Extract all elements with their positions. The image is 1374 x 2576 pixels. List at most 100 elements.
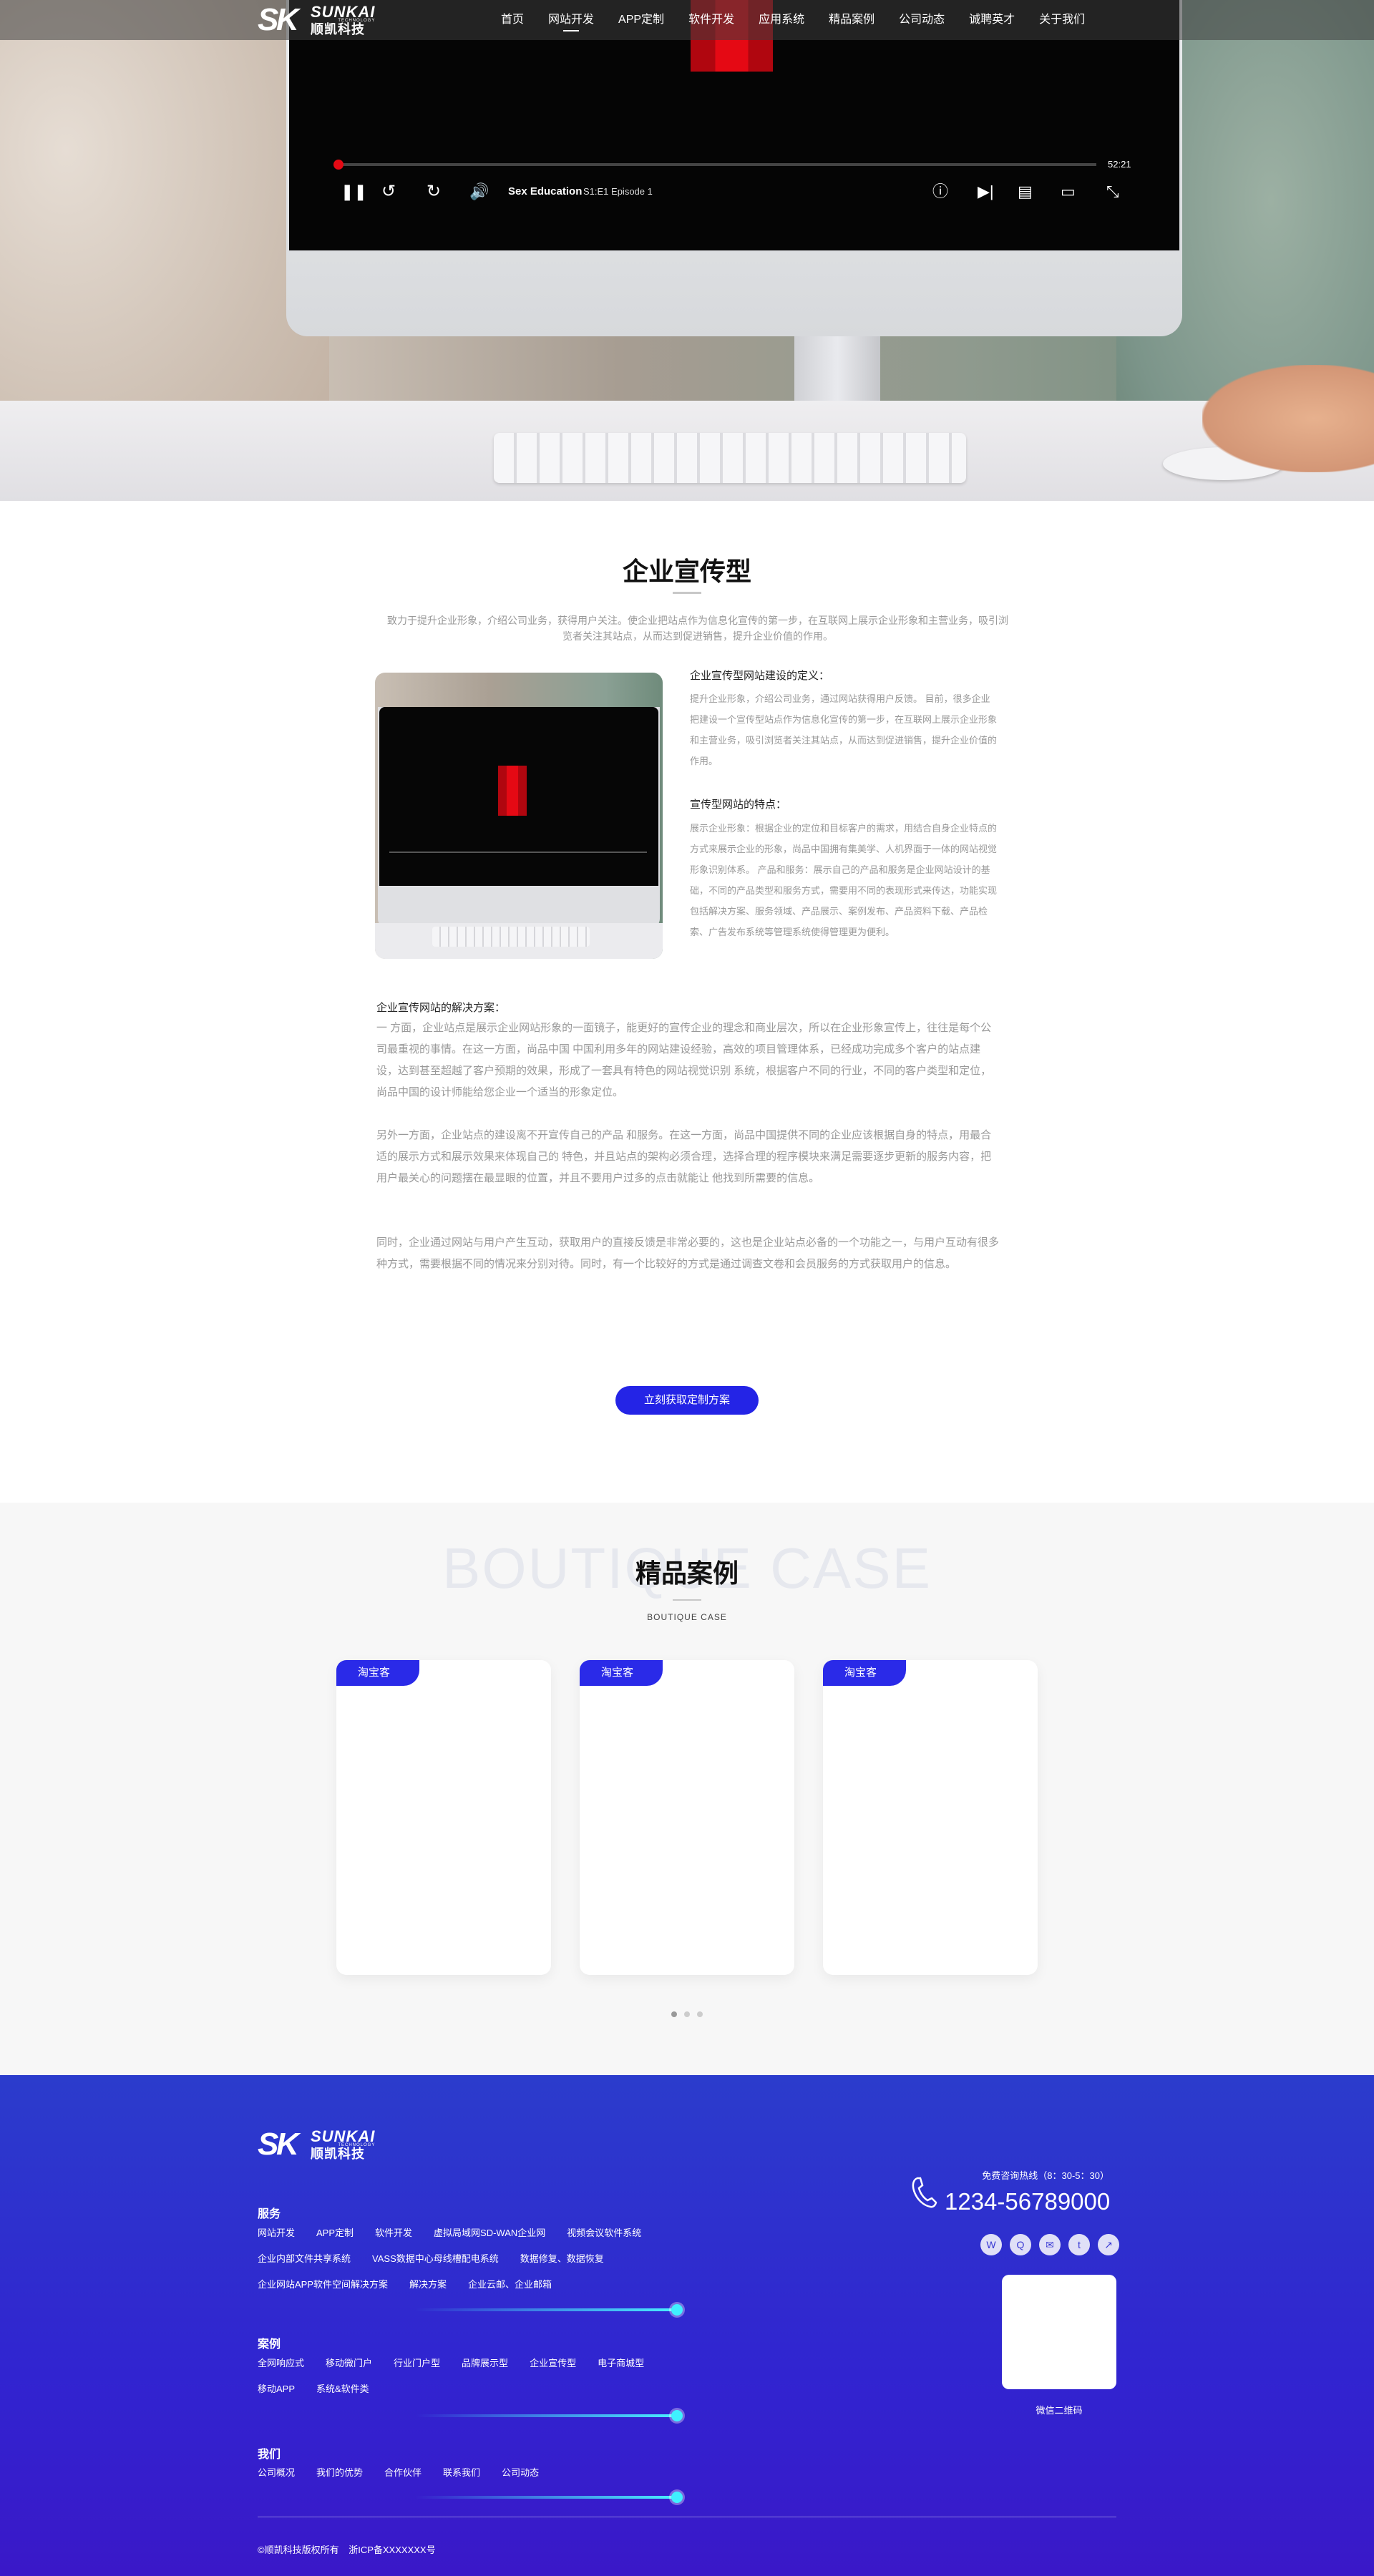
footer-link[interactable]: 视频会议软件系统 — [567, 2225, 641, 2241]
footer-link[interactable]: 企业宣传型 — [530, 2356, 576, 2371]
solution-paragraph: 一 方面，企业站点是展示企业网站形象的一面镜子，能更好的宣传企业的理念和商业层次… — [376, 1022, 992, 1098]
logo-mark-icon: SK — [258, 2127, 299, 2162]
qr-label: 微信二维码 — [1036, 2405, 1083, 2416]
wechat-qr-code — [1002, 2275, 1116, 2389]
forward-icon: ↻ — [427, 182, 442, 201]
monitor-image — [375, 673, 663, 959]
section-subtitle: BOUTIQUE CASE — [647, 1612, 727, 1622]
carousel-dots — [671, 2011, 703, 2017]
title-divider — [673, 1599, 701, 1601]
footer-link[interactable]: 行业门户型 — [394, 2356, 440, 2371]
video-progress-bar — [333, 160, 1096, 170]
footer-links-cases: 全网响应式 移动微门户 行业门户型 品牌展示型 企业宣传型 电子商城型移动APP 系统&软件… — [258, 2356, 687, 2397]
footer-logo[interactable]: SK SUNKAI TECHNOLOGY 顺凯科技 — [258, 2128, 375, 2161]
definition-title: 企业宣传型网站建设的定义： — [690, 670, 830, 682]
footer-link[interactable]: 我们的优势 — [316, 2465, 363, 2481]
footer-links-about: 公司概况 我们的优势 合作伙伴 联系我们 公司动态 — [258, 2465, 687, 2481]
site-header: SK SUNKAI TECHNOLOGY 顺凯科技 首页 网站开发 APP定制 软件开… — [0, 0, 1374, 40]
footer-link[interactable]: 企业内部文件共享系统 — [258, 2251, 351, 2267]
help-icon: ⓘ — [932, 182, 949, 200]
exit-fullscreen-icon: ⤡ — [1106, 182, 1119, 200]
nav-item[interactable]: 诚聘英才 — [969, 0, 1015, 40]
section-intro: 致力于提升企业形象，介绍公司业务，获得用户关注。使企业把站点作为信息化宣传的第一… — [387, 615, 1008, 642]
image-keyboard — [432, 927, 590, 947]
footer-link[interactable]: VASS数据中心母线槽配电系统 — [372, 2251, 499, 2267]
share-icon[interactable]: ↗ — [1098, 2234, 1119, 2255]
footer-link[interactable]: 虚拟局域网SD-WAN企业网 — [434, 2225, 545, 2241]
footer-link[interactable]: 软件开发 — [375, 2225, 412, 2241]
footer-link[interactable]: APP定制 — [316, 2225, 354, 2241]
footer-link[interactable]: 企业网站APP软件空间解决方案 — [258, 2277, 388, 2293]
subtitles-icon: ▭ — [1061, 182, 1076, 200]
logo-text: SUNKAI TECHNOLOGY 顺凯科技 — [311, 2128, 375, 2161]
footer-link[interactable]: 全网响应式 — [258, 2356, 304, 2371]
footer-link[interactable]: 系统&软件类 — [316, 2381, 369, 2397]
nav-item[interactable]: 首页 — [501, 0, 524, 40]
main-nav: 首页 网站开发 APP定制 软件开发 应用系统 精品案例 公司动态 诚聘英才 关于我们 — [501, 0, 1109, 40]
case-card[interactable]: 淘宝客 — [336, 1660, 551, 1975]
tencent-weibo-icon[interactable]: t — [1068, 2234, 1090, 2255]
logo-en: SUNKAI — [311, 2127, 376, 2145]
logo-en: SUNKAI — [311, 2, 376, 21]
footer-links-services: 网站开发 APP定制 软件开发 虚拟局域网SD-WAN企业网 视频会议软件系统企业内部文… — [258, 2225, 687, 2293]
footer-link[interactable]: 数据修复、数据恢复 — [520, 2251, 604, 2267]
weibo-icon[interactable]: W — [980, 2234, 1002, 2255]
site-logo[interactable]: SK SUNKAI TECHNOLOGY 顺凯科技 — [258, 3, 375, 37]
carousel-dot[interactable] — [671, 2011, 677, 2017]
footer-link[interactable]: 网站开发 — [258, 2225, 295, 2241]
footer-link[interactable]: 品牌展示型 — [462, 2356, 508, 2371]
nav-item[interactable]: 软件开发 — [688, 0, 734, 40]
carousel-dot[interactable] — [697, 2011, 703, 2017]
nav-item[interactable]: 关于我们 — [1039, 0, 1085, 40]
nav-item[interactable]: 精品案例 — [829, 0, 874, 40]
copyright-bar: ©顺凯科技版权所有 浙ICP备XXXXXXX号 — [258, 2542, 443, 2556]
features-body: 展示企业形象：根据企业的定位和目标客户的需求，用结合自身企业特点的方式来展示企业… — [690, 823, 998, 937]
hero-banner: 52:21 ❚❚ ↺ ↻ 🔊 Sex Education S1:E1 Episo… — [0, 0, 1374, 501]
enterprise-promo-section: 企业宣传型 致力于提升企业形象，介绍公司业务，获得用户关注。使企业把站点作为信息… — [0, 501, 1374, 1503]
nav-item[interactable]: 应用系统 — [759, 0, 804, 40]
footer-link[interactable]: 企业云邮、企业邮箱 — [468, 2277, 552, 2293]
show-title: Sex Education — [508, 185, 583, 197]
slider-handle[interactable] — [671, 2492, 683, 2503]
section-title: 精品案例 — [635, 1558, 739, 1588]
episodes-icon: ▤ — [1018, 182, 1033, 200]
qq-icon[interactable]: Q — [1010, 2234, 1031, 2255]
nav-item[interactable]: 网站开发 — [548, 0, 594, 40]
footer-link[interactable]: 联系我们 — [443, 2465, 480, 2481]
footer-link[interactable]: 解决方案 — [409, 2277, 447, 2293]
footer-link[interactable]: 移动微门户 — [326, 2356, 372, 2371]
phone-icon — [912, 2177, 937, 2208]
footer-link[interactable]: 公司概况 — [258, 2465, 295, 2481]
image-progress-bar — [389, 852, 647, 853]
case-card[interactable]: 淘宝客 — [823, 1660, 1038, 1975]
slider-handle[interactable] — [671, 2304, 683, 2316]
footer-link[interactable]: 公司动态 — [502, 2465, 539, 2481]
wechat-icon[interactable]: ✉ — [1039, 2234, 1061, 2255]
logo-text: SUNKAI TECHNOLOGY 顺凯科技 — [311, 4, 375, 36]
image-netflix-logo-icon — [498, 766, 527, 816]
carousel-dot[interactable] — [684, 2011, 690, 2017]
logo-cn: 顺凯科技 — [311, 2147, 365, 2162]
get-custom-plan-button[interactable]: 立刻获取定制方案 — [615, 1386, 759, 1415]
nav-item[interactable]: APP定制 — [618, 0, 664, 40]
icp-text[interactable]: 浙ICP备XXXXXXX号 — [349, 2545, 435, 2555]
footer-link[interactable]: 电子商城型 — [598, 2356, 644, 2371]
case-card[interactable]: 淘宝客 — [580, 1660, 794, 1975]
section-title: 企业宣传型 — [622, 557, 751, 586]
footer-slider[interactable] — [415, 2304, 683, 2316]
footer-link[interactable]: 合作伙伴 — [384, 2465, 422, 2481]
footer-link[interactable]: 移动APP — [258, 2381, 295, 2397]
nav-item[interactable]: 公司动态 — [899, 0, 945, 40]
footer-slider[interactable] — [415, 2492, 683, 2503]
video-time: 52:21 — [1108, 159, 1131, 170]
episode-label: S1:E1 Episode 1 — [583, 186, 653, 197]
rewind-icon: ↺ — [381, 182, 396, 201]
case-tag: 淘宝客 — [336, 1660, 419, 1686]
hotline-label: 免费咨询热线（8：30-5：30） — [982, 2170, 1109, 2181]
hotline-number[interactable]: 1234-56789000 — [945, 2188, 1110, 2215]
footer-slider[interactable] — [415, 2410, 683, 2421]
next-episode-icon: ▶| — [978, 182, 994, 200]
slider-handle[interactable] — [671, 2410, 683, 2421]
definition-body: 提升企业形象，介绍公司业务，通过网站获得用户反馈。 目前，很多企业把建设一个宣传… — [690, 693, 998, 766]
logo-cn: 顺凯科技 — [311, 22, 365, 37]
